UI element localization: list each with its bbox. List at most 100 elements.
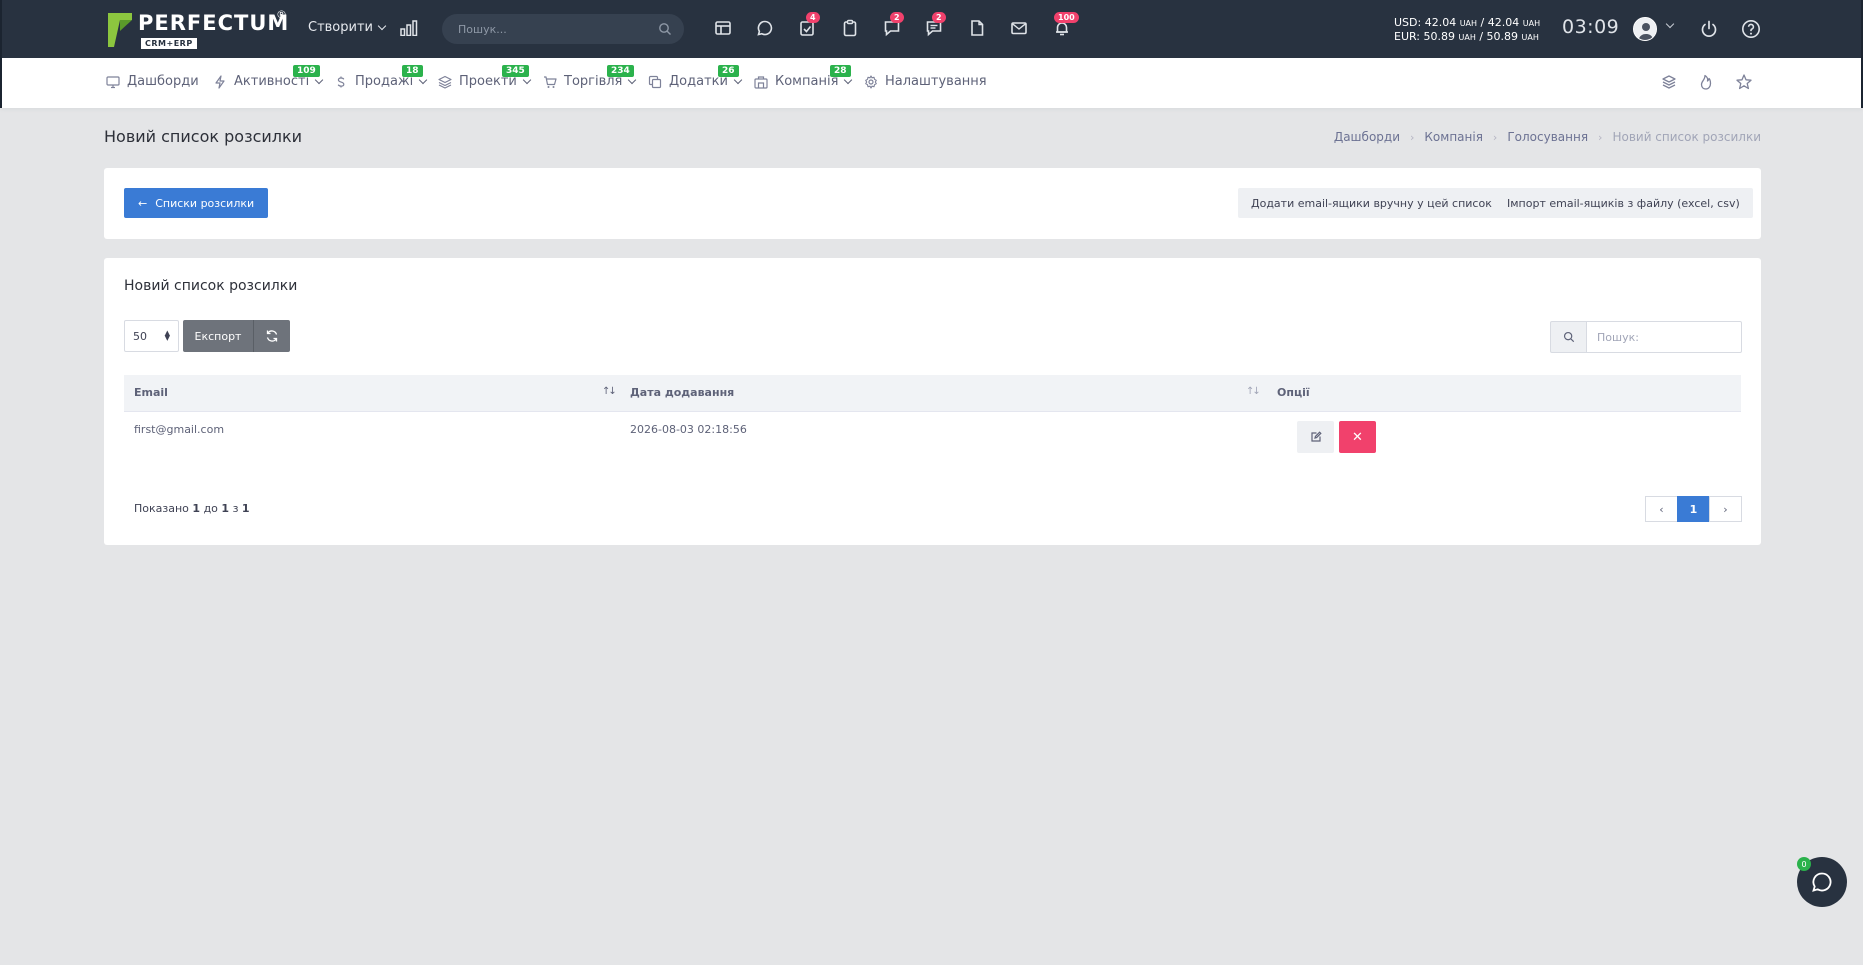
logo-registered-mark: ® <box>276 8 287 21</box>
nav-item-company[interactable]: Компанія 28 <box>754 65 853 89</box>
logo-subtitle: CRM+ERP <box>141 38 197 49</box>
import-emails-button[interactable]: Імпорт email-ящиків з файлу (excel, csv) <box>1494 188 1753 218</box>
pagination-page-1[interactable]: 1 <box>1677 496 1710 522</box>
usd-currency-1: UAH <box>1459 19 1478 28</box>
page-size-select[interactable]: 50 ▲ ▼ <box>124 320 179 352</box>
usd-rate: USD: 42.04 UAH / 42.04 UAH <box>1394 16 1540 30</box>
close-icon: ✕ <box>1352 429 1363 444</box>
breadcrumb-separator-icon: › <box>1410 130 1415 144</box>
column-email[interactable]: Email <box>134 386 168 399</box>
layout-icon[interactable] <box>712 17 734 39</box>
info-to: 1 <box>221 502 230 515</box>
nav-item-settings[interactable]: Налаштування <box>864 74 987 89</box>
delete-button[interactable]: ✕ <box>1339 421 1376 453</box>
breadcrumb-item[interactable]: Компанія <box>1424 130 1483 144</box>
tasks-icon[interactable]: 4 <box>796 12 820 39</box>
chevron-down-icon <box>844 75 853 85</box>
chevron-down-icon <box>377 21 387 31</box>
info-total: 1 <box>241 502 250 515</box>
logo[interactable]: PERFECTUM ® CRM+ERP <box>106 8 290 49</box>
breadcrumb-separator-icon: › <box>1598 130 1603 144</box>
breadcrumb-item[interactable]: Дашборди <box>1334 130 1400 144</box>
search-icon[interactable] <box>658 22 672 36</box>
chat-badge: 0 <box>1797 857 1811 871</box>
mail-icon[interactable] <box>1008 17 1030 39</box>
gear-icon <box>865 74 877 89</box>
copy-icon <box>648 75 662 88</box>
notifications-badge: 100 <box>1054 12 1079 23</box>
pagination: ‹ 1 › <box>1645 496 1742 522</box>
nav-badge: 234 <box>607 65 634 77</box>
building-icon <box>754 75 768 89</box>
logo-text: PERFECTUM <box>138 11 290 35</box>
create-label: Створити <box>308 20 373 35</box>
chevron-down-icon[interactable] <box>1665 19 1675 29</box>
breadcrumb: Дашборди › Компанія › Голосування › Нови… <box>1334 130 1761 144</box>
nav-item-projects[interactable]: Проекти 345 <box>438 65 532 89</box>
table-row: first@gmail.com 2026-08-03 02:18:56 ✕ <box>124 412 1741 462</box>
layers-icon[interactable] <box>1660 73 1678 91</box>
eur-currency-2: UAH <box>1521 33 1539 42</box>
nav-item-sales[interactable]: Продажі 18 <box>334 65 428 89</box>
table-card: Новий список розсилки 50 ▲▼ Експорт Emai… <box>104 258 1761 545</box>
edit-icon <box>1310 431 1322 442</box>
nav-label: Дашборди <box>127 74 199 89</box>
info-from: 1 <box>192 502 201 515</box>
info-of-word: з <box>232 502 239 515</box>
table-search-input[interactable] <box>1586 321 1742 353</box>
back-to-lists-button[interactable]: ← Списки розсилки <box>124 188 269 218</box>
messages-badge: 2 <box>932 12 946 23</box>
refresh-button[interactable] <box>254 320 290 352</box>
comments-icon[interactable]: 2 <box>881 12 904 39</box>
create-menu-button[interactable]: Створити <box>308 20 387 35</box>
pagination-next-button[interactable]: › <box>1709 496 1742 522</box>
usd-value-2: / 42.04 <box>1480 16 1520 29</box>
info-to-word: до <box>203 502 218 515</box>
messages-icon[interactable]: 2 <box>923 12 946 39</box>
table-info: Показано 1 до 1 з 1 <box>134 502 250 515</box>
add-emails-manually-button[interactable]: Додати email-ящики вручну у цей список <box>1238 188 1505 218</box>
bar-chart-icon[interactable] <box>400 20 418 36</box>
help-icon[interactable] <box>1741 19 1761 39</box>
nav-badge: 18 <box>402 65 423 77</box>
nav-badge: 28 <box>830 65 851 77</box>
usd-label: USD: 42.04 <box>1394 16 1457 29</box>
clipboard-icon[interactable] <box>839 17 861 39</box>
top-bar: PERFECTUM ® CRM+ERP Створити 4 2 2 <box>0 0 1863 58</box>
chevron-down-icon <box>522 75 532 85</box>
column-date-added[interactable]: Дата додавання <box>630 386 734 399</box>
nav-item-trade[interactable]: Торгівля 234 <box>543 65 637 89</box>
monitor-icon <box>106 75 120 88</box>
avatar[interactable] <box>1633 17 1657 41</box>
cart-icon <box>544 75 557 88</box>
select-arrows-icon: ▲ ▼ <box>164 329 170 342</box>
breadcrumb-item[interactable]: Голосування <box>1507 130 1588 144</box>
nav-item-addons[interactable]: Додатки 26 <box>648 65 743 89</box>
comments-badge: 2 <box>890 12 904 23</box>
export-button[interactable]: Експорт <box>183 320 254 352</box>
pagination-prev-button[interactable]: ‹ <box>1645 496 1678 522</box>
flame-icon[interactable] <box>1697 73 1715 91</box>
chat-bubble-icon[interactable] <box>754 17 776 39</box>
notifications-icon[interactable]: 100 <box>1051 12 1079 39</box>
breadcrumb-current: Новий список розсилки <box>1612 130 1761 144</box>
dollar-icon <box>337 76 345 87</box>
cell-email: first@gmail.com <box>134 423 225 436</box>
clock: 03:09 <box>1562 16 1620 38</box>
sort-icon[interactable]: ↑↓ <box>1246 386 1261 397</box>
edit-button[interactable] <box>1297 421 1334 453</box>
eur-rate: EUR: 50.89 UAH / 50.89 UAH <box>1394 30 1540 44</box>
chevron-down-icon <box>314 75 324 85</box>
global-search-input[interactable] <box>458 20 648 38</box>
power-icon[interactable] <box>1699 19 1719 39</box>
sort-asc-icon[interactable]: ↑↓ <box>602 386 617 397</box>
currency-rates: USD: 42.04 UAH / 42.04 UAH EUR: 50.89 UA… <box>1394 16 1540 44</box>
table-search-addon <box>1550 321 1587 353</box>
user-avatar-icon <box>1634 18 1656 40</box>
nav-item-activities[interactable]: Активності 109 <box>213 65 324 89</box>
layers-icon <box>438 75 452 89</box>
nav-item-dashboards[interactable]: Дашборди <box>106 74 199 89</box>
star-icon[interactable] <box>1735 73 1753 91</box>
file-icon[interactable] <box>966 17 988 39</box>
page-size-value: 50 <box>133 330 147 343</box>
